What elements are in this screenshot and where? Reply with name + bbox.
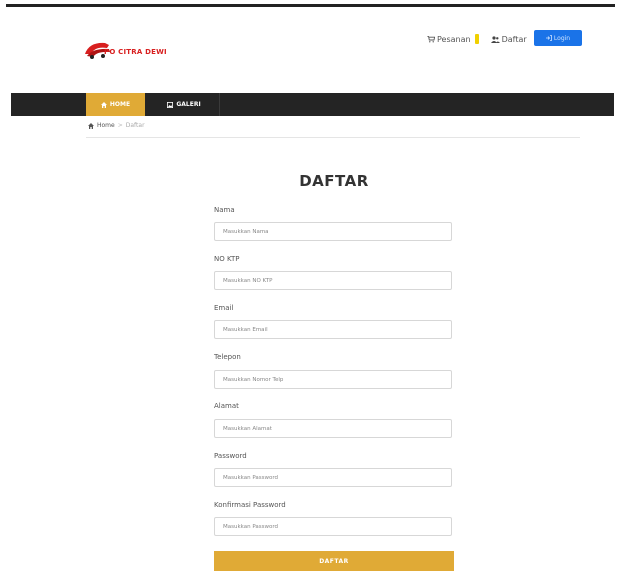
breadcrumb-home[interactable]: Home [97, 122, 115, 129]
login-button[interactable]: Login [534, 30, 582, 46]
nav-galeri[interactable]: GALERI [149, 93, 219, 116]
nama-label: Nama [214, 206, 235, 214]
top-border [6, 4, 615, 7]
home-icon [100, 101, 107, 108]
password-placeholder: Masukkan Password [223, 474, 279, 481]
image-icon [167, 101, 174, 108]
nav-divider [219, 93, 220, 116]
email-placeholder: Masukkan Email [223, 326, 268, 333]
ktp-input[interactable]: Masukkan NO KTP [214, 271, 452, 290]
users-icon [490, 35, 500, 43]
sign-in-icon [545, 35, 552, 41]
nav-home-label: HOME [109, 101, 131, 108]
logo-text: PO CITRA DEWI [104, 48, 167, 56]
email-input[interactable]: Masukkan Email [214, 320, 452, 339]
home-icon [88, 122, 94, 129]
cart-label: Pesanan [437, 34, 471, 44]
breadcrumb-separator: > [117, 122, 123, 129]
register-label: Daftar [501, 34, 527, 44]
site-logo[interactable]: PO CITRA DEWI [83, 37, 167, 65]
register-link[interactable]: Daftar [490, 34, 527, 44]
telepon-label: Telepon [214, 353, 241, 361]
ktp-placeholder: Masukkan NO KTP [223, 277, 273, 284]
telepon-placeholder: Masukkan Nomor Telp [223, 376, 284, 383]
password-label: Password [214, 452, 247, 460]
breadcrumb-current: Daftar [125, 122, 145, 129]
daftar-submit-button[interactable]: DAFTAR [214, 551, 454, 571]
main-navbar: HOME GALERI [11, 93, 614, 116]
ktp-label: NO KTP [214, 255, 240, 263]
header-links: Pesanan Daftar [427, 31, 527, 47]
nav-home[interactable]: HOME [86, 93, 145, 116]
alamat-input[interactable]: Masukkan Alamat [214, 419, 452, 438]
alamat-label: Alamat [214, 402, 239, 410]
form-title: DAFTAR [299, 172, 369, 190]
cart-icon [427, 35, 435, 42]
password-input[interactable]: Masukkan Password [214, 468, 452, 487]
nav-galeri-label: GALERI [176, 101, 201, 108]
confirm-password-input[interactable]: Masukkan Password [214, 517, 452, 536]
alamat-placeholder: Masukkan Alamat [223, 425, 272, 432]
cart-link[interactable]: Pesanan [427, 34, 479, 44]
email-label: Email [214, 304, 234, 312]
confirm-password-placeholder: Masukkan Password [223, 523, 279, 530]
telepon-input[interactable]: Masukkan Nomor Telp [214, 370, 452, 389]
breadcrumb-divider [86, 137, 580, 138]
login-label: Login [553, 34, 571, 42]
breadcrumb: Home > Daftar [88, 122, 145, 129]
nama-placeholder: Masukkan Nama [223, 228, 269, 235]
nama-input[interactable]: Masukkan Nama [214, 222, 452, 241]
confirm-password-label: Konfirmasi Password [214, 501, 286, 509]
cart-count-badge [474, 34, 479, 44]
